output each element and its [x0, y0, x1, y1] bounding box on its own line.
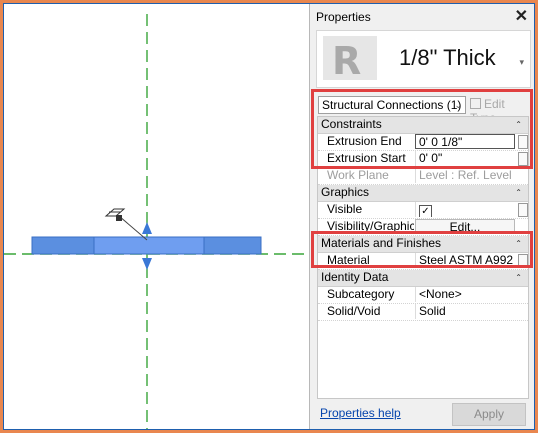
row-visible: Visible ✓: [318, 202, 528, 219]
row-label: Subcategory: [327, 287, 395, 301]
palette-title: Properties: [316, 10, 371, 24]
properties-help-link[interactable]: Properties help: [320, 406, 401, 420]
collapse-icon[interactable]: ⌃: [515, 236, 522, 251]
close-icon[interactable]: ✕: [515, 6, 528, 26]
chevron-down-icon[interactable]: ▾: [519, 57, 524, 68]
material-value[interactable]: Steel ASTM A992: [415, 253, 515, 268]
visible-value: ✓: [415, 202, 515, 217]
properties-palette: Properties ✕ R 1/8" Thick ▾ Structural C…: [309, 4, 534, 429]
collapse-icon[interactable]: ⌃: [515, 185, 522, 200]
drawing-canvas[interactable]: [4, 4, 309, 430]
section-materials[interactable]: Materials and Finishes ⌃: [318, 236, 528, 253]
row-button[interactable]: [518, 203, 528, 217]
row-button[interactable]: [518, 254, 528, 268]
plate-center-segment: [93, 236, 205, 255]
chevron-down-icon: ⌄: [454, 100, 462, 110]
work-plane-value: Level : Ref. Level: [415, 168, 515, 183]
work-plane-icon[interactable]: [104, 208, 126, 221]
section-constraints[interactable]: Constraints ⌃: [318, 117, 528, 134]
extrusion-start-input[interactable]: 0' 0": [415, 151, 515, 166]
instance-filter-value: Structural Connections (1): [322, 98, 462, 112]
row-label: Visibility/Graphics ...: [327, 219, 414, 233]
row-subcategory: Subcategory <None>: [318, 287, 528, 304]
apply-button[interactable]: Apply: [452, 403, 526, 426]
type-name: 1/8" Thick: [399, 45, 496, 70]
leader-line: [118, 215, 148, 241]
row-visibility-graphics: Visibility/Graphics ... Edit...: [318, 219, 528, 236]
section-label: Materials and Finishes: [321, 236, 442, 250]
section-label: Constraints: [321, 117, 382, 131]
row-material: Material Steel ASTM A992: [318, 253, 528, 270]
solid-void-value[interactable]: Solid: [415, 304, 515, 319]
subcategory-value[interactable]: <None>: [415, 287, 515, 302]
section-label: Identity Data: [321, 270, 389, 284]
extrusion-end-input[interactable]: 0' 0 1/8": [415, 134, 515, 149]
properties-grid: Constraints ⌃ Extrusion End 0' 0 1/8" Ex…: [317, 116, 529, 399]
row-label: Material: [327, 253, 370, 267]
row-extrusion-start: Extrusion Start 0' 0": [318, 151, 528, 168]
row-label: Solid/Void: [327, 304, 381, 318]
instance-filter-dropdown[interactable]: Structural Connections (1) ⌄: [318, 96, 466, 114]
row-label: Extrusion End: [327, 134, 402, 148]
svg-text:R: R: [332, 39, 361, 80]
row-button[interactable]: [518, 135, 528, 149]
window-frame: Properties ✕ R 1/8" Thick ▾ Structural C…: [3, 3, 535, 430]
row-label: Visible: [327, 202, 363, 216]
edit-type-icon: [470, 98, 481, 109]
section-graphics[interactable]: Graphics ⌃: [318, 185, 528, 202]
row-work-plane: Work Plane Level : Ref. Level: [318, 168, 528, 185]
revit-family-icon: R: [323, 36, 377, 80]
section-label: Graphics: [321, 185, 370, 199]
row-extrusion-end: Extrusion End 0' 0 1/8": [318, 134, 528, 151]
row-label: Work Plane: [327, 168, 389, 182]
collapse-icon[interactable]: ⌃: [515, 270, 522, 285]
section-identity[interactable]: Identity Data ⌃: [318, 270, 528, 287]
row-label: Extrusion Start: [327, 151, 406, 165]
down-arrow-grip: [142, 258, 152, 270]
visible-checkbox[interactable]: ✓: [419, 205, 432, 217]
type-selector[interactable]: R 1/8" Thick ▾: [316, 30, 531, 88]
collapse-icon[interactable]: ⌃: [515, 117, 522, 132]
up-arrow-grip: [142, 222, 152, 234]
row-solid-void: Solid/Void Solid: [318, 304, 528, 321]
visibility-edit-button[interactable]: Edit...: [415, 219, 515, 234]
row-button[interactable]: [518, 152, 528, 166]
